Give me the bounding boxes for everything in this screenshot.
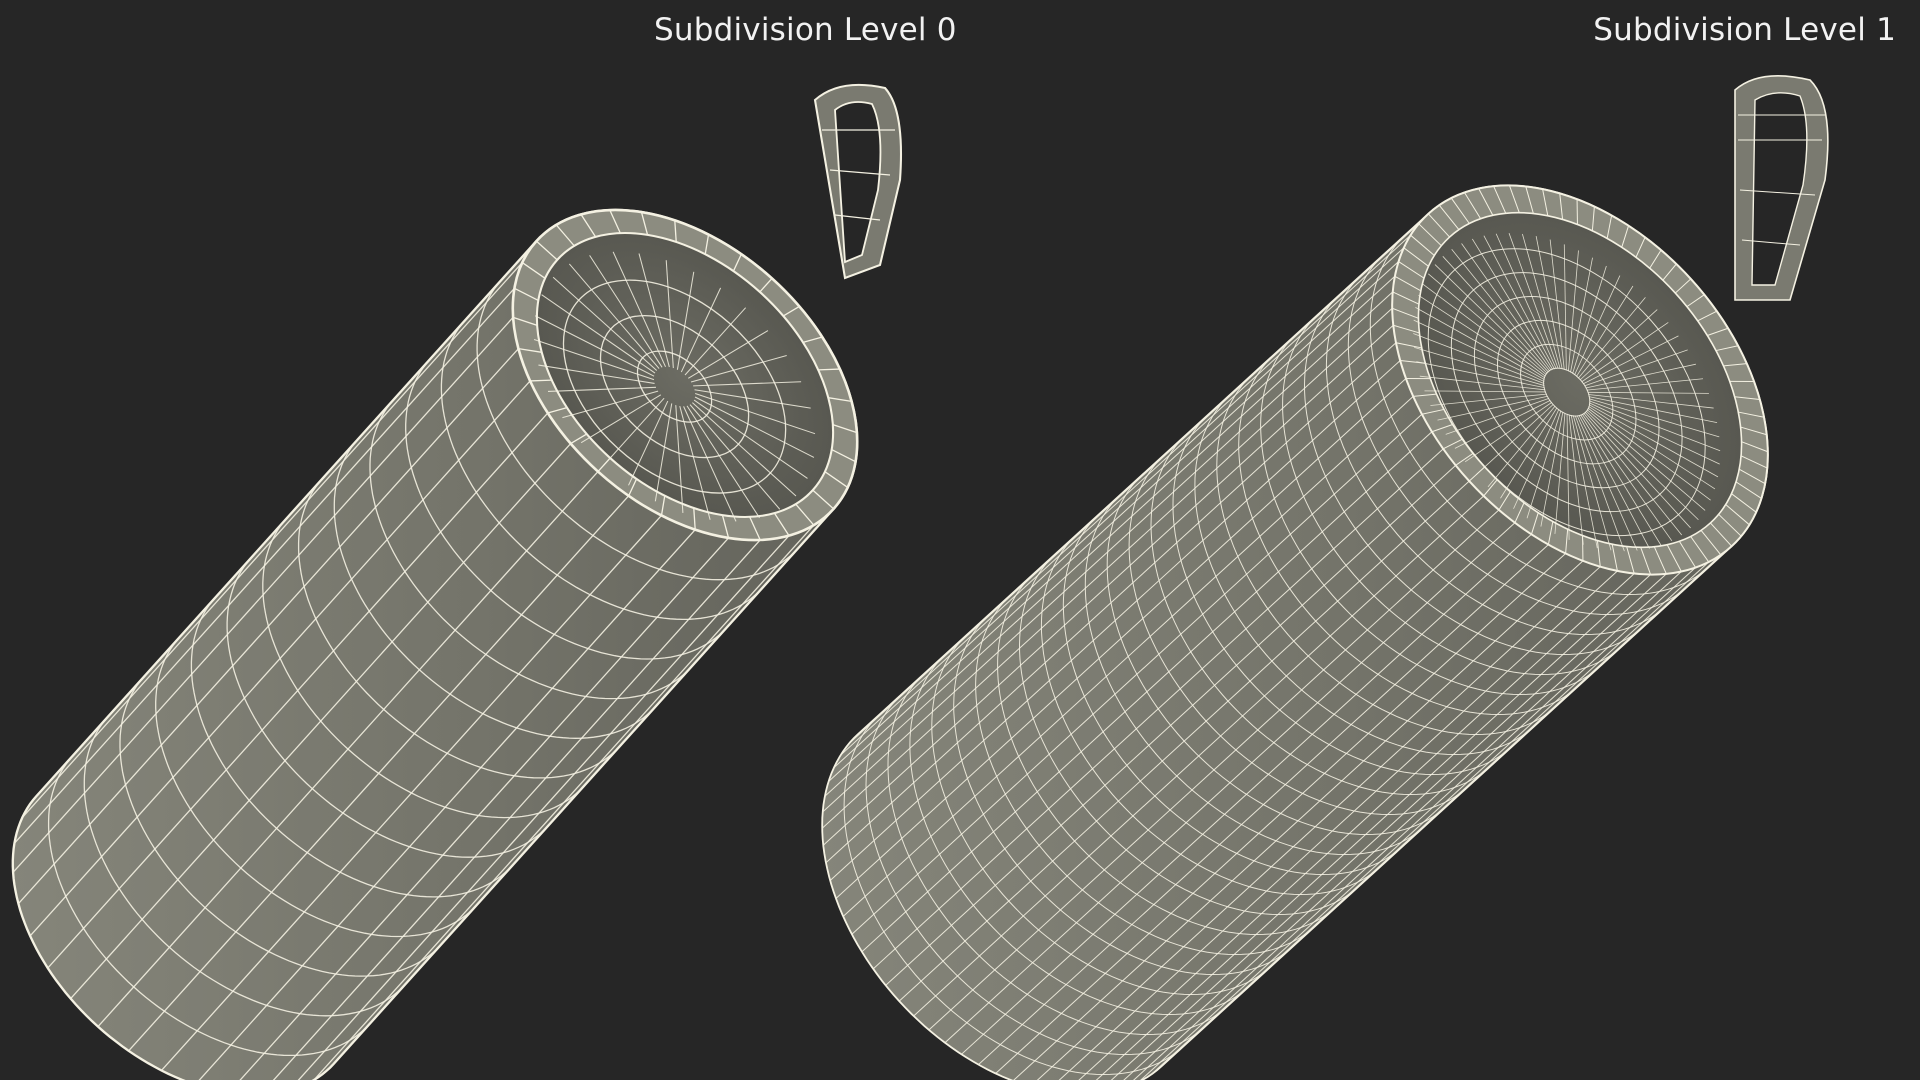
strap-handle bbox=[813, 83, 903, 280]
cylinder-model-level-1 bbox=[821, 75, 1829, 1080]
cylinder-model-level-0 bbox=[11, 83, 903, 1080]
wireframe-render bbox=[11, 75, 1829, 1080]
strap-handle bbox=[1734, 75, 1829, 301]
